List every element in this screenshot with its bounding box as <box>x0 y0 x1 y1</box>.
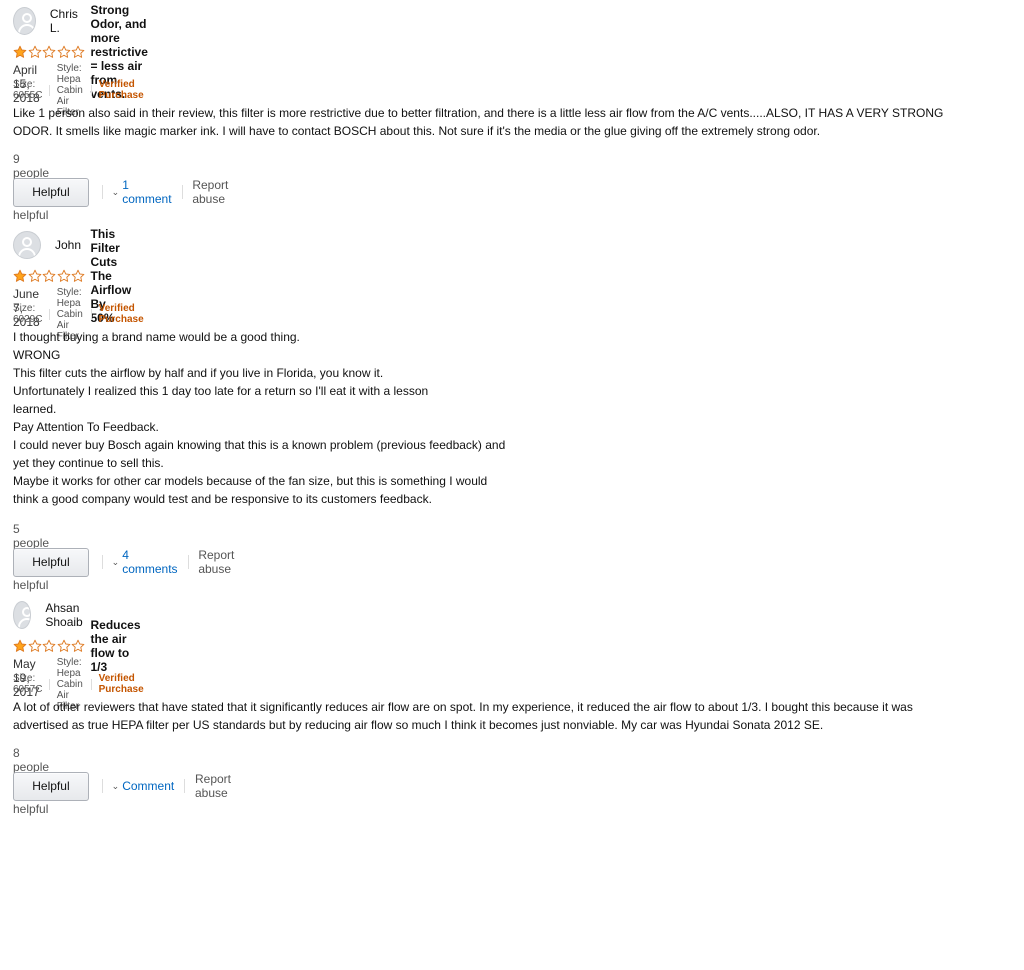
star-empty-icon <box>57 45 71 59</box>
divider <box>102 185 103 199</box>
review-body: A lot of other reviewers that have state… <box>13 698 1003 734</box>
size-label[interactable]: Size: 6057C <box>13 673 42 695</box>
review-body-line: ODOR. It smells like magic marker ink. I… <box>13 122 1003 140</box>
review-title[interactable]: Reduces the air flow to 1/3 <box>91 618 141 674</box>
star-empty-icon <box>71 639 85 653</box>
comments-label[interactable]: Comment <box>122 779 174 793</box>
star-rating[interactable] <box>13 269 86 283</box>
review-body-line: Pay Attention To Feedback. <box>13 418 1003 436</box>
avatar-icon <box>13 601 31 629</box>
review-body-line: learned. <box>13 400 1003 418</box>
review-body-line: This filter cuts the airflow by half and… <box>13 364 1003 382</box>
review-body-line: A lot of other reviewers that have state… <box>13 698 1003 716</box>
star-filled-icon <box>13 639 27 653</box>
size-label[interactable]: Size: 6055C <box>13 79 42 101</box>
review-body-line: advertised as true HEPA filter per US st… <box>13 716 1003 734</box>
divider <box>102 779 103 793</box>
comments-label[interactable]: 1 comment <box>122 178 171 206</box>
size-label[interactable]: Size: 6029C <box>13 303 42 325</box>
review-body-line: I thought buying a brand name would be a… <box>13 328 1003 346</box>
helpful-button[interactable]: Helpful <box>13 178 89 207</box>
review-body-line: I could never buy Bosch again knowing th… <box>13 436 1003 454</box>
review-format-strip: Size: 6055C Style: Hepa Cabin Air Filter… <box>13 83 144 97</box>
review-body: Like 1 person also said in their review,… <box>13 104 1003 140</box>
star-rating[interactable] <box>13 639 86 653</box>
helpful-button[interactable]: Helpful <box>13 772 89 801</box>
star-filled-icon <box>13 45 27 59</box>
star-rating[interactable] <box>13 45 86 59</box>
star-empty-icon <box>28 269 42 283</box>
review-body-line: Maybe it works for other car models beca… <box>13 472 1003 490</box>
review-body-line: WRONG <box>13 346 1003 364</box>
comments-link[interactable]: ⌄ 4 comments <box>112 548 178 576</box>
report-abuse-link[interactable]: Report abuse <box>198 548 255 576</box>
verified-purchase-badge[interactable]: Verified Purchase <box>99 673 144 695</box>
reviewer-profile[interactable]: John <box>13 230 81 260</box>
divider <box>102 555 103 569</box>
review-format-strip: Size: 6029C Style: Hepa Cabin Air Filter… <box>13 307 144 321</box>
divider <box>182 185 183 199</box>
star-empty-icon <box>71 45 85 59</box>
star-empty-icon <box>42 269 56 283</box>
chevron-down-icon: ⌄ <box>112 187 120 198</box>
review-body-line: Like 1 person also said in their review,… <box>13 104 1003 122</box>
helpful-button[interactable]: Helpful <box>13 548 89 577</box>
divider <box>188 555 189 569</box>
star-empty-icon <box>57 639 71 653</box>
avatar-icon <box>13 231 41 259</box>
verified-purchase-badge[interactable]: Verified Purchase <box>99 79 144 101</box>
chevron-down-icon: ⌄ <box>112 557 120 568</box>
review-actions: Helpful ⌄ 4 comments Report abuse <box>13 547 255 577</box>
star-filled-icon <box>13 269 27 283</box>
reviewer-profile[interactable]: Ahsan Shoaib <box>13 600 92 630</box>
star-empty-icon <box>28 639 42 653</box>
star-empty-icon <box>57 269 71 283</box>
review-actions: Helpful ⌄ 1 comment Report abuse <box>13 177 249 207</box>
star-empty-icon <box>42 639 56 653</box>
report-abuse-link[interactable]: Report abuse <box>195 772 252 800</box>
comments-link[interactable]: ⌄ Comment <box>112 779 175 793</box>
report-abuse-link[interactable]: Report abuse <box>192 178 249 206</box>
star-empty-icon <box>42 45 56 59</box>
reviewer-profile[interactable]: Chris L. <box>13 6 83 36</box>
star-empty-icon <box>71 269 85 283</box>
review-format-strip: Size: 6057C Style: Hepa Cabin Air Filter… <box>13 677 144 691</box>
review-body-line: yet they continue to sell this. <box>13 454 1003 472</box>
verified-purchase-badge[interactable]: Verified Purchase <box>99 303 144 325</box>
avatar-icon <box>13 7 36 35</box>
comments-link[interactable]: ⌄ 1 comment <box>112 178 172 206</box>
review-body: I thought buying a brand name would be a… <box>13 328 1003 508</box>
review-body-line: Unfortunately I realized this 1 day too … <box>13 382 1003 400</box>
star-empty-icon <box>28 45 42 59</box>
reviewer-name[interactable]: Ahsan Shoaib <box>45 601 92 629</box>
reviewer-name[interactable]: John <box>55 238 81 252</box>
review-actions: Helpful ⌄ Comment Report abuse <box>13 771 252 801</box>
review-body-line: think a good company would test and be r… <box>13 490 1003 508</box>
chevron-down-icon: ⌄ <box>112 781 120 792</box>
comments-label[interactable]: 4 comments <box>122 548 177 576</box>
divider <box>184 779 185 793</box>
reviewer-name[interactable]: Chris L. <box>50 7 83 35</box>
